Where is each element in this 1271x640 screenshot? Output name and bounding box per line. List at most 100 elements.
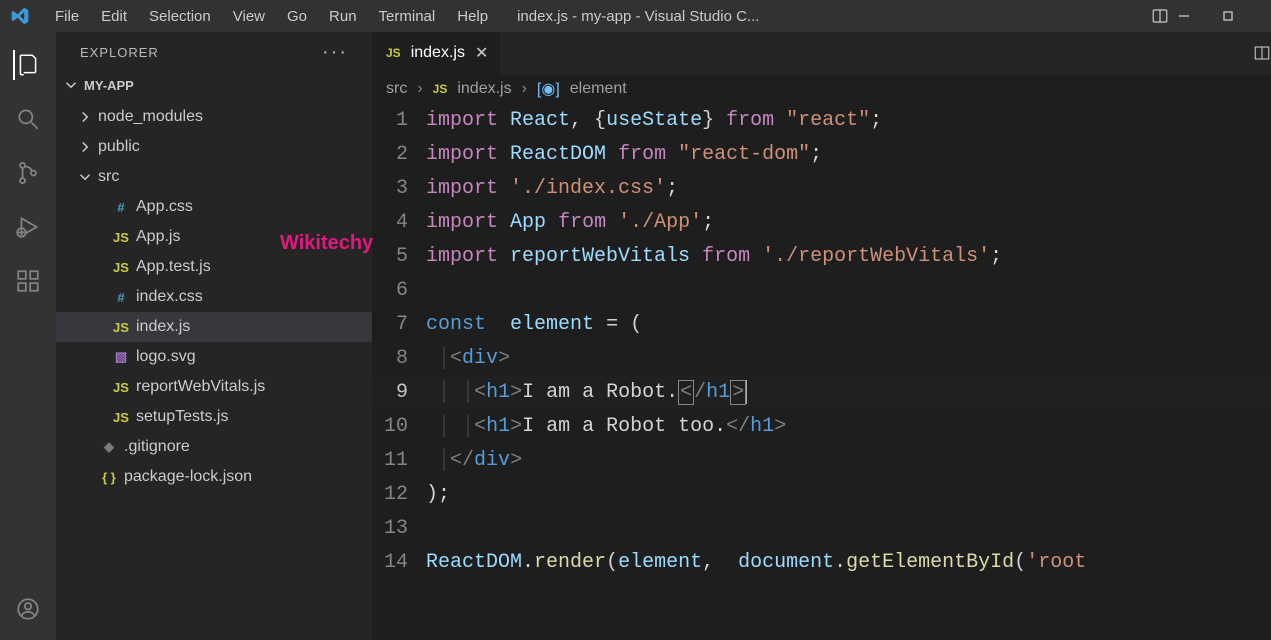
line-number: 8 [372, 342, 426, 376]
tree-item-label: App.js [136, 228, 180, 246]
chevron-right-icon: › [417, 80, 422, 98]
search-activity-icon[interactable] [13, 104, 43, 134]
tree-file[interactable]: { }package-lock.json [56, 462, 372, 492]
file-tree: node_modulespublic src #App.cssJSApp.jsJSA… [56, 98, 372, 492]
explorer-sidebar: EXPLORER ··· MY-APP node_modulespublic sr… [56, 32, 372, 640]
code-line[interactable]: 6 [372, 274, 1271, 308]
code-line[interactable]: 11 │</div> [372, 444, 1271, 478]
menu-terminal[interactable]: Terminal [368, 4, 447, 29]
breadcrumb-file[interactable]: index.js [457, 80, 511, 98]
tree-file[interactable]: JSApp.test.js [56, 252, 372, 282]
project-header[interactable]: MY-APP [56, 72, 372, 98]
code-line[interactable]: 14ReactDOM.render(element, document.getE… [372, 546, 1271, 580]
breadcrumb[interactable]: src › JS index.js › [◉] element [372, 74, 1271, 104]
code-line[interactable]: 7const element = ( [372, 308, 1271, 342]
tree-file[interactable]: JSApp.js [56, 222, 372, 252]
tree-folder[interactable]: node_modules [56, 102, 372, 132]
tree-item-label: .gitignore [124, 438, 190, 456]
line-number: 5 [372, 240, 426, 274]
tree-file[interactable]: JSsetupTests.js [56, 402, 372, 432]
code-line[interactable]: 12); [372, 478, 1271, 512]
vscode-logo-icon [6, 6, 34, 26]
layout-panel-icon[interactable] [1151, 7, 1169, 25]
run-debug-activity-icon[interactable] [13, 212, 43, 242]
tree-item-label: setupTests.js [136, 408, 228, 426]
code-editor[interactable]: 1import React, {useState} from "react";2… [372, 104, 1271, 640]
tree-item-label: index.js [136, 318, 190, 336]
menu-selection[interactable]: Selection [138, 4, 222, 29]
tree-file[interactable]: JSindex.js [56, 312, 372, 342]
line-number: 14 [372, 546, 426, 580]
activity-bar [0, 32, 56, 640]
menu-view[interactable]: View [222, 4, 276, 29]
line-number: 3 [372, 172, 426, 206]
code-line[interactable]: 9 │ │<h1>I am a Robot.</h1> [372, 376, 1271, 410]
editor-tabs: JS index.js ✕ [372, 32, 1271, 74]
breadcrumb-folder[interactable]: src [386, 80, 407, 98]
line-number: 6 [372, 274, 426, 308]
sidebar-more-icon[interactable]: ··· [322, 41, 348, 64]
maximize-button[interactable] [1221, 9, 1265, 23]
line-number: 12 [372, 478, 426, 512]
line-number: 9 [372, 376, 426, 410]
code-line[interactable]: 13 [372, 512, 1271, 546]
tab-close-icon[interactable]: ✕ [475, 43, 488, 63]
menu-go[interactable]: Go [276, 4, 318, 29]
tree-item-label: package-lock.json [124, 468, 252, 486]
code-line[interactable]: 4import App from './App'; [372, 206, 1271, 240]
code-line[interactable]: 3import './index.css'; [372, 172, 1271, 206]
js-file-icon: JS [386, 46, 401, 60]
code-line[interactable]: 2import ReactDOM from "react-dom"; [372, 138, 1271, 172]
tree-item-label: logo.svg [136, 348, 196, 366]
js-file-icon: JS [433, 82, 448, 96]
line-number: 2 [372, 138, 426, 172]
chevron-down-icon [76, 168, 98, 186]
tree-file[interactable]: ◆.gitignore [56, 432, 372, 462]
tree-item-label: index.css [136, 288, 203, 306]
tree-item-label: src [98, 168, 119, 186]
chevron-right-icon: › [522, 80, 527, 98]
menu-bar: File Edit Selection View Go Run Terminal… [44, 4, 499, 29]
title-bar: File Edit Selection View Go Run Terminal… [0, 0, 1271, 32]
line-number: 10 [372, 410, 426, 444]
tree-item-label: node_modules [98, 108, 203, 126]
menu-run[interactable]: Run [318, 4, 368, 29]
tree-item-label: reportWebVitals.js [136, 378, 265, 396]
line-number: 7 [372, 308, 426, 342]
menu-edit[interactable]: Edit [90, 4, 138, 29]
menu-help[interactable]: Help [446, 4, 499, 29]
line-number: 13 [372, 512, 426, 546]
explorer-activity-icon[interactable] [13, 50, 43, 80]
code-line[interactable]: 1import React, {useState} from "react"; [372, 104, 1271, 138]
tree-item-label: public [98, 138, 140, 156]
breadcrumb-symbol[interactable]: element [570, 80, 627, 98]
code-line[interactable]: 8 │<div> [372, 342, 1271, 376]
menu-file[interactable]: File [44, 4, 90, 29]
line-number: 1 [372, 104, 426, 138]
symbol-icon: [◉] [537, 79, 560, 99]
window-title: index.js - my-app - Visual Studio C... [517, 8, 1151, 25]
line-number: 4 [372, 206, 426, 240]
tree-item-label: App.css [136, 198, 193, 216]
editor-split-icon[interactable] [1253, 40, 1271, 66]
window-controls [1177, 9, 1265, 23]
tree-file[interactable]: #index.css [56, 282, 372, 312]
chevron-right-icon [76, 108, 98, 126]
account-activity-icon[interactable] [13, 594, 43, 624]
chevron-right-icon [76, 138, 98, 156]
tree-file[interactable]: JSreportWebVitals.js [56, 372, 372, 402]
source-control-activity-icon[interactable] [13, 158, 43, 188]
sidebar-title: EXPLORER [80, 45, 159, 60]
minimize-button[interactable] [1177, 9, 1221, 23]
tree-folder[interactable]: public [56, 132, 372, 162]
tab-index-js[interactable]: JS index.js ✕ [372, 32, 500, 74]
tab-label: index.js [411, 44, 465, 62]
extensions-activity-icon[interactable] [13, 266, 43, 296]
tree-folder[interactable]: src [56, 162, 372, 192]
tree-file[interactable]: #App.css [56, 192, 372, 222]
editor-area: JS index.js ✕ src › JS index.js › [◉] el… [372, 32, 1271, 640]
code-line[interactable]: 10 │ │<h1>I am a Robot too.</h1> [372, 410, 1271, 444]
code-line[interactable]: 5import reportWebVitals from './reportWe… [372, 240, 1271, 274]
tree-file[interactable]: ▧logo.svg [56, 342, 372, 372]
tree-item-label: App.test.js [136, 258, 211, 276]
